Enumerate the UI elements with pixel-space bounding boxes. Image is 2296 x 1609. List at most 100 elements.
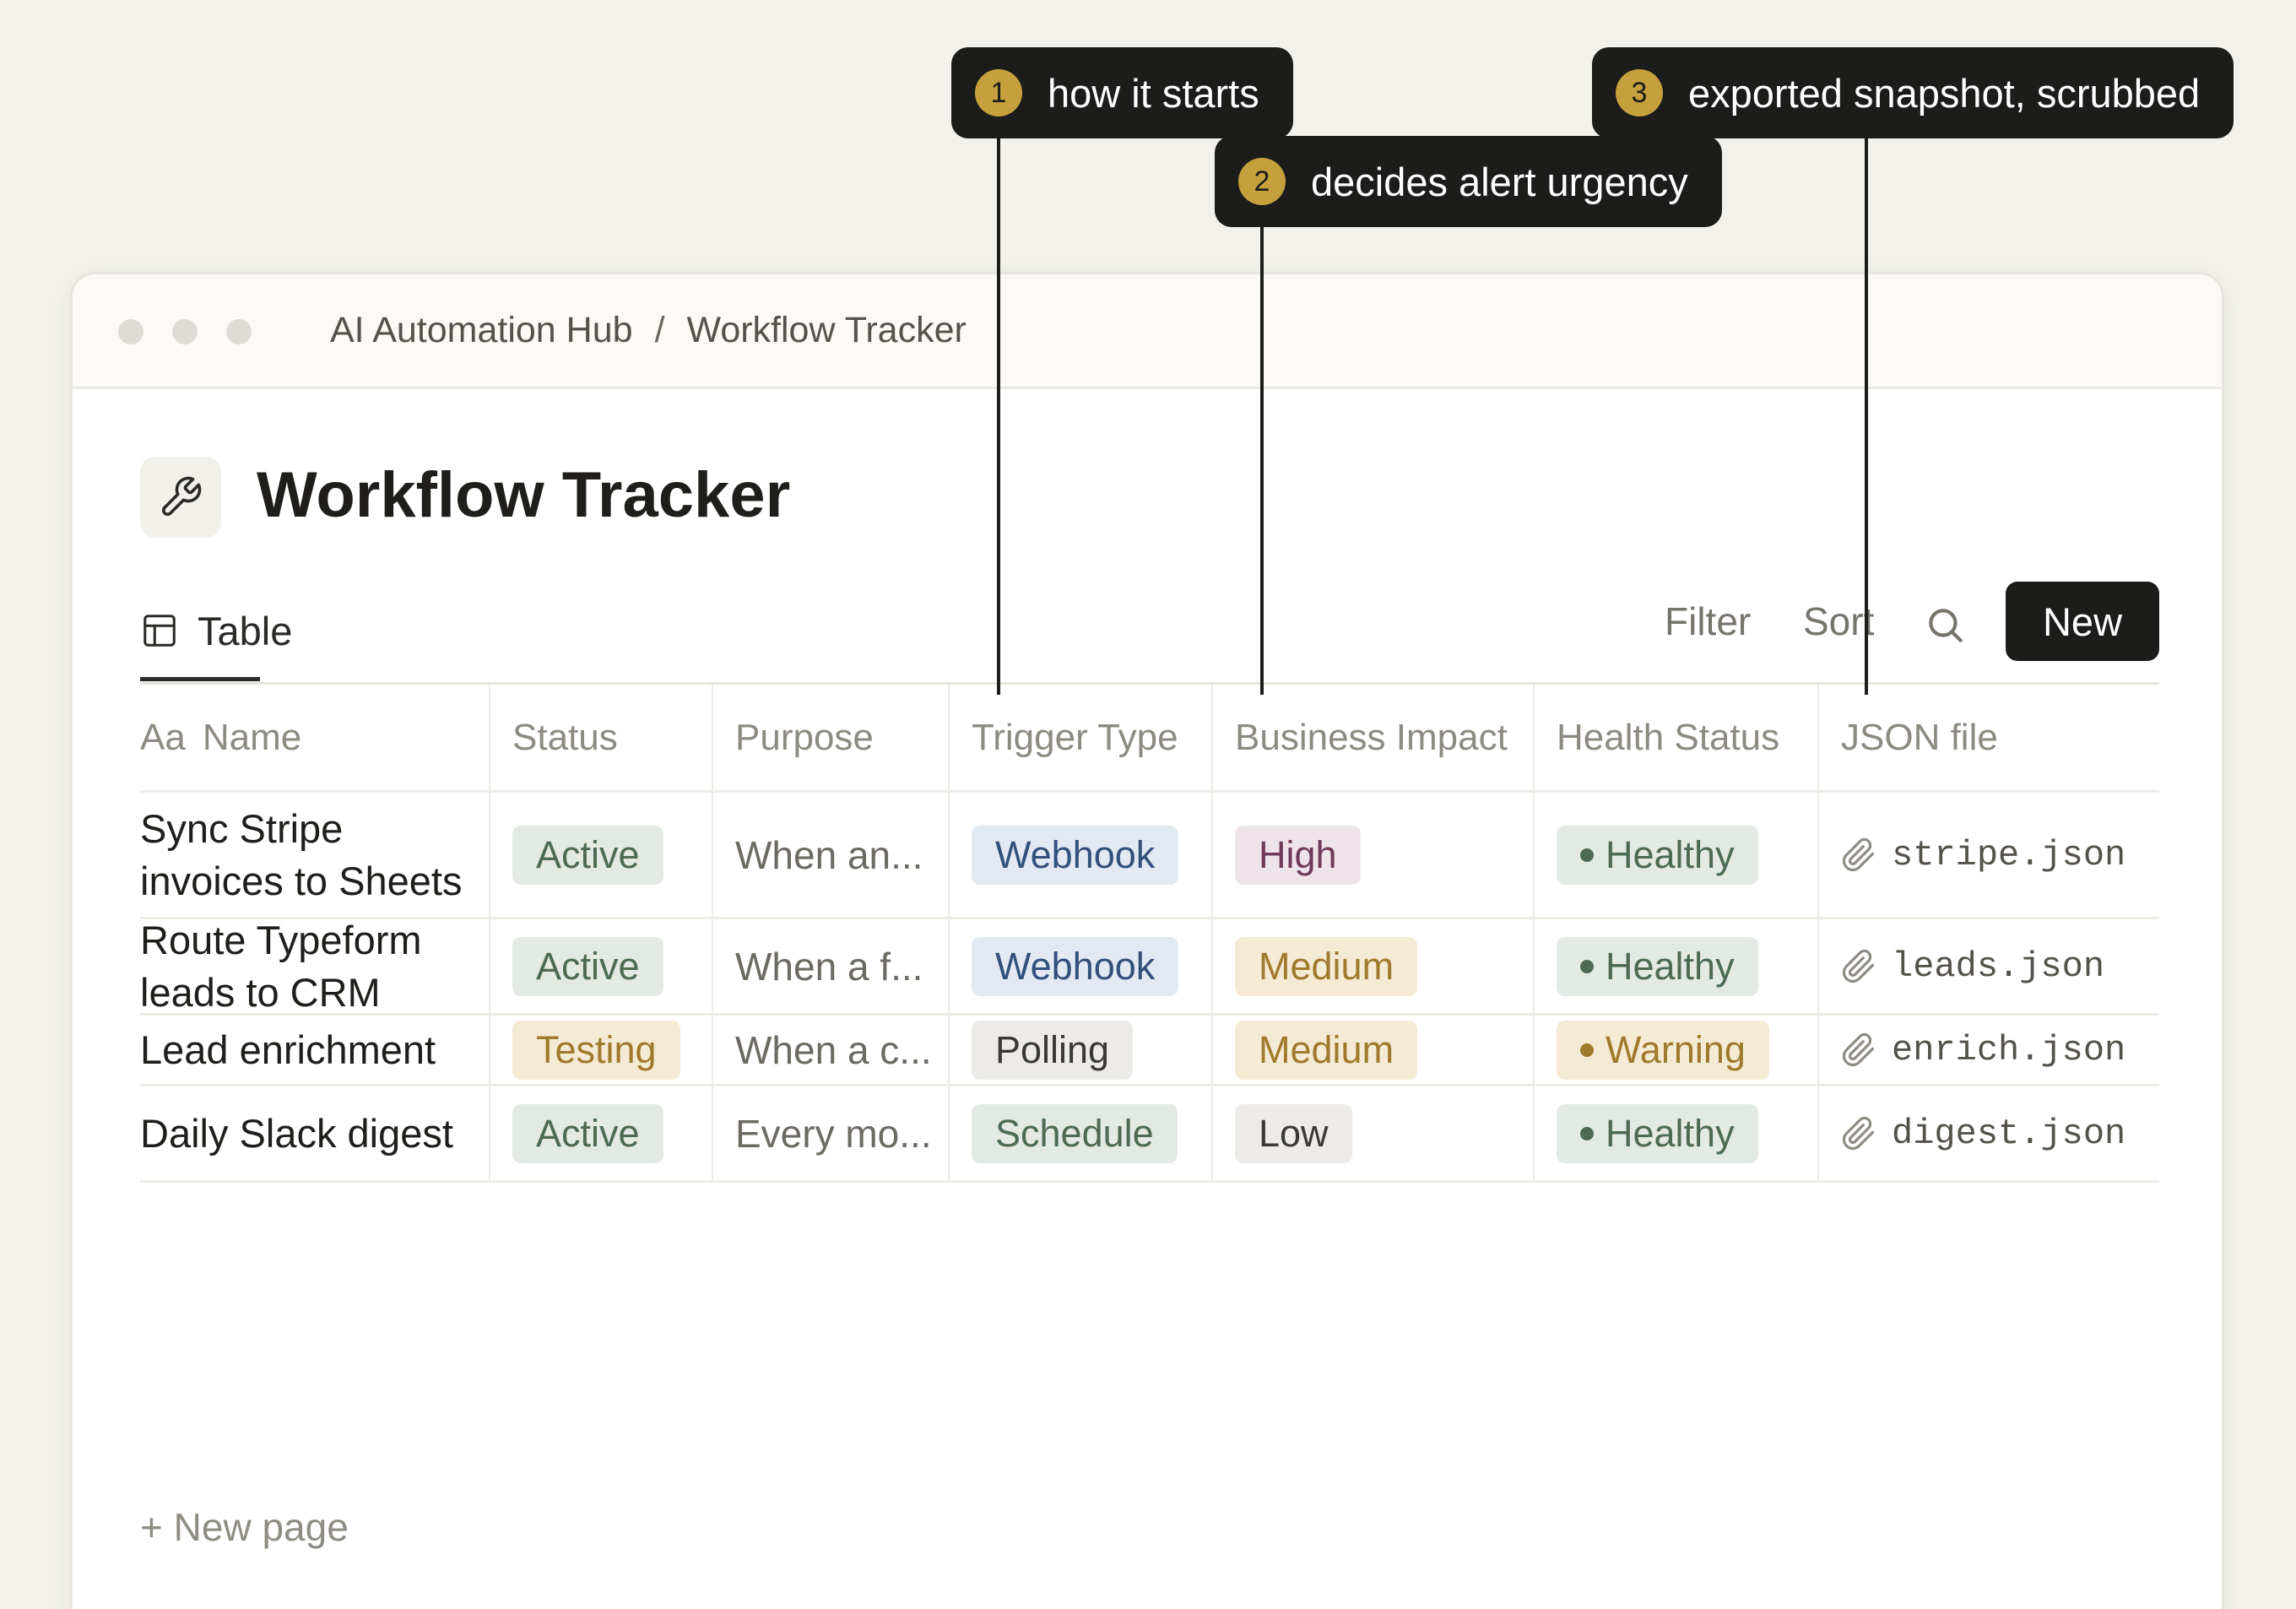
row-file[interactable]: digest.json [1817,1086,2159,1180]
row-name-text: Route Typeform leads to CRM [140,919,422,1013]
table-row[interactable]: Sync Stripe invoices to Sheets Active Wh… [140,793,2159,919]
impact-badge: Medium [1235,936,1418,996]
sort-button[interactable]: Sort [1803,599,1874,644]
row-name[interactable]: Daily Slack digest [140,1086,489,1180]
page-title: Workflow Tracker [257,459,791,531]
paperclip-icon [1842,837,1875,871]
row-status[interactable]: Active [489,793,712,917]
row-purpose[interactable]: When an... [712,793,948,917]
row-file[interactable]: leads.json [1817,919,2159,1013]
file-name[interactable]: enrich.json [1892,1030,2125,1070]
row-status[interactable]: Active [489,919,712,1013]
status-badge: Active [512,936,663,996]
status-badge: Testing [512,1020,680,1080]
row-health[interactable]: Warning [1533,1016,1817,1084]
filter-button[interactable]: Filter [1665,599,1751,644]
trigger-badge: Polling [972,1020,1134,1080]
row-name[interactable]: Lead enrichment [140,1016,489,1084]
row-purpose[interactable]: Every mo... [712,1086,948,1180]
breadcrumb-parent[interactable]: AI Automation Hub [330,310,633,351]
health-badge: Healthy [1557,1103,1758,1163]
purpose-text: When a f... [735,944,923,989]
health-dot-icon [1580,959,1594,973]
search-button[interactable] [1920,599,1970,650]
health-badge: Healthy [1557,936,1758,996]
row-file[interactable]: enrich.json [1817,1016,2159,1084]
row-health[interactable]: Healthy [1533,1086,1817,1180]
paperclip-icon [1842,1116,1875,1150]
callout-1-number: 1 [975,69,1022,116]
impact-badge: Medium [1235,1020,1418,1080]
callout-3-number: 3 [1616,69,1663,116]
row-impact[interactable]: Medium [1211,919,1533,1013]
column-header-trigger[interactable]: Trigger Type [948,685,1211,790]
paperclip-icon [1842,949,1875,983]
row-impact[interactable]: High [1211,793,1533,917]
new-page-button[interactable]: + New page [140,1504,349,1550]
file-name[interactable]: digest.json [1892,1113,2125,1154]
callout-1-text: how it starts [1048,70,1259,116]
column-header-purpose[interactable]: Purpose [712,685,948,790]
health-badge: Warning [1557,1020,1769,1080]
row-status[interactable]: Testing [489,1016,712,1084]
row-health[interactable]: Healthy [1533,919,1817,1013]
tab-table-view[interactable]: Table [140,600,292,661]
row-purpose[interactable]: When a f... [712,919,948,1013]
table-row[interactable]: Daily Slack digest Active Every mo... Sc… [140,1086,2159,1183]
trigger-badge: Webhook [972,936,1179,996]
window-maximize-dot[interactable] [226,319,252,344]
row-impact[interactable]: Medium [1211,1016,1533,1084]
table-body: Sync Stripe invoices to Sheets Active Wh… [140,793,2159,1183]
purpose-text: Every mo... [735,1111,932,1156]
row-status[interactable]: Active [489,1086,712,1180]
row-health[interactable]: Healthy [1533,793,1817,917]
row-trigger[interactable]: Schedule [948,1086,1211,1180]
callout-1: 1 how it starts [951,47,1293,138]
row-impact[interactable]: Low [1211,1086,1533,1180]
column-header-name-label: Name [202,716,302,758]
window-minimize-dot[interactable] [172,319,198,344]
trigger-badge: Webhook [972,825,1179,885]
wrench-icon[interactable] [140,457,221,538]
column-header-health[interactable]: Health Status [1533,685,1817,790]
app-window: AI Automation Hub / Workflow Tracker Wor… [70,272,2224,1609]
table-row[interactable]: Lead enrichment Testing When a c... Poll… [140,1016,2159,1086]
health-text: Warning [1606,1027,1746,1071]
breadcrumb-current[interactable]: Workflow Tracker [687,310,967,351]
health-dot-icon [1580,1126,1594,1140]
table-header-row: Aa Name Status Purpose Trigger Type Busi… [140,685,2159,793]
row-file[interactable]: stripe.json [1817,793,2159,917]
new-button[interactable]: New [2006,582,2159,661]
table-row[interactable]: Route Typeform leads to CRM Active When … [140,919,2159,1016]
column-header-status[interactable]: Status [489,685,712,790]
health-badge: Healthy [1557,825,1758,885]
column-header-name[interactable]: Aa Name [140,685,489,790]
health-dot-icon [1580,1043,1594,1057]
window-close-dot[interactable] [118,319,144,344]
text-property-icon: Aa [140,716,186,758]
search-icon [1929,609,1963,642]
callout-2: 2 decides alert urgency [1215,136,1722,227]
column-header-file[interactable]: JSON file [1817,685,2159,790]
breadcrumb-separator: / [654,310,665,350]
callout-3-leader [1865,131,1868,695]
row-trigger[interactable]: Polling [948,1016,1211,1084]
column-header-impact[interactable]: Business Impact [1211,685,1533,790]
row-trigger[interactable]: Webhook [948,919,1211,1013]
row-name[interactable]: Sync Stripe invoices to Sheets [140,793,489,917]
callout-2-number: 2 [1238,158,1286,205]
file-name[interactable]: leads.json [1892,946,2104,987]
row-name-text: Daily Slack digest [140,1110,453,1156]
row-purpose[interactable]: When a c... [712,1016,948,1084]
row-name[interactable]: Route Typeform leads to CRM [140,919,489,1013]
callout-3: 3 exported snapshot, scrubbed [1592,47,2234,138]
title-bar: AI Automation Hub / Workflow Tracker [73,274,2222,389]
callout-3-text: exported snapshot, scrubbed [1688,70,2201,116]
status-badge: Active [512,1103,663,1163]
file-name[interactable]: stripe.json [1892,835,2125,875]
table-icon [144,615,176,647]
callout-1-leader [997,131,1000,695]
status-badge: Active [512,825,663,885]
row-name-text: Sync Stripe invoices to Sheets [140,805,463,903]
row-trigger[interactable]: Webhook [948,793,1211,917]
